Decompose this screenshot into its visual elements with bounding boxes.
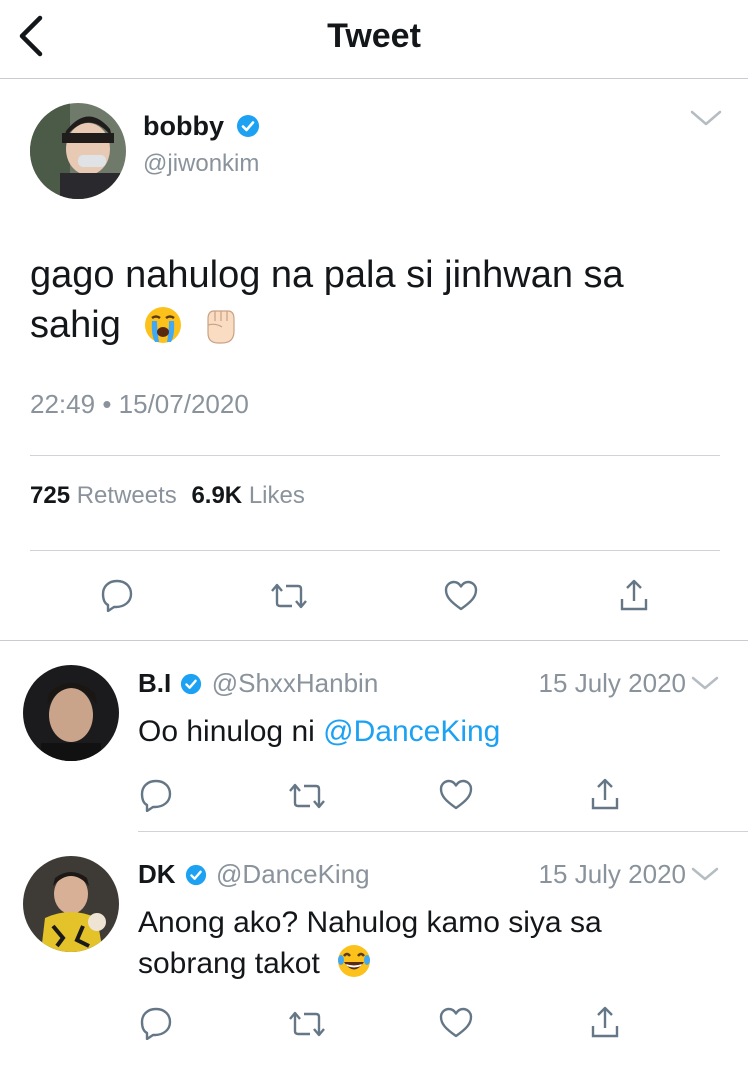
tweet-stats: 725 Retweets 6.9K Likes [30,481,305,511]
timestamp-separator: • [102,389,112,419]
verified-badge-icon [236,114,260,138]
reply-text-line2: sobrang takot [138,943,602,984]
reply-text-body: Oo hinulog ni [138,715,324,748]
face-with-tears-of-joy-icon [336,943,372,979]
reply-text-line2-body: sobrang takot [138,947,320,980]
reply-avatar[interactable] [23,665,119,761]
retweets-count: 725 [30,482,71,509]
like-heart-icon[interactable] [438,779,474,811]
tweet-divider [0,640,748,641]
raised-fist-icon [200,305,240,345]
reply-text: Oo hinulog ni @DanceKing [138,713,500,751]
reply-divider [138,831,748,832]
reply-text: Anong ako? Nahulog kamo siya sa sobrang … [138,903,602,984]
retweets-label: Retweets [76,482,177,509]
tweet-text: gago nahulog na pala si jinhwan sa sahig [30,250,624,350]
reply-icon[interactable] [139,778,173,812]
reply-date: 15 July 2020 [538,859,686,889]
page-title: Tweet [327,17,421,55]
retweet-icon[interactable] [288,780,326,812]
retweet-icon[interactable] [288,1008,326,1040]
chevron-down-icon[interactable] [690,863,720,885]
header-divider [0,78,748,79]
share-icon[interactable] [590,776,620,812]
user-handle[interactable]: @jiwonkim [143,150,259,178]
share-icon[interactable] [619,577,649,613]
likes-stat[interactable]: 6.9K Likes [191,482,304,509]
likes-count: 6.9K [191,482,243,509]
reply-text-line1: Anong ako? Nahulog kamo siya sa [138,906,602,939]
verified-badge-icon [185,864,207,886]
chevron-down-icon[interactable] [690,672,720,694]
like-heart-icon[interactable] [438,1007,474,1039]
reply-display-name[interactable]: B.I [138,668,171,698]
chevron-down-icon[interactable] [689,106,723,130]
like-heart-icon[interactable] [443,580,479,612]
reply-header: B.I @ShxxHanbin [138,668,378,698]
retweets-stat[interactable]: 725 Retweets [30,482,177,509]
avatar[interactable] [30,103,126,199]
tweet-text-line1: gago nahulog na pala si jinhwan sa [30,254,624,296]
reply-date: 15 July 2020 [538,668,686,698]
loudly-crying-face-icon [143,305,183,345]
reply-avatar[interactable] [23,856,119,952]
mention-link[interactable]: @DanceKing [323,715,500,748]
reply-handle[interactable]: @DanceKing [216,859,370,889]
reply-display-name[interactable]: DK [138,859,176,889]
reply-icon[interactable] [139,1006,173,1040]
reply-icon[interactable] [100,578,134,612]
likes-label: Likes [248,482,305,509]
reply-handle[interactable]: @ShxxHanbin [212,668,379,698]
retweet-icon[interactable] [270,580,308,612]
share-icon[interactable] [590,1004,620,1040]
tweet-text-word: sahig [30,304,121,346]
tweet-date: 15/07/2020 [118,389,249,419]
tweet-text-line2: sahig [30,300,624,350]
reply-header: DK @DanceKing [138,859,370,889]
display-name[interactable]: bobby [143,110,224,142]
verified-badge-icon [180,673,202,695]
stats-top-divider [30,455,720,456]
tweet-time: 22:49 [30,389,96,419]
stats-bottom-divider [30,550,720,551]
tweet-timestamp: 22:49 • 15/07/2020 [30,388,249,420]
